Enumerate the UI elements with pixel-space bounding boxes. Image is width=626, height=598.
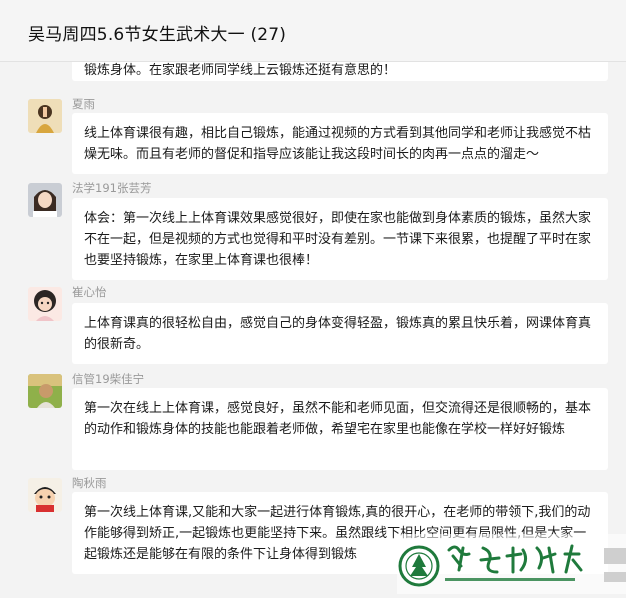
message-text: 体会：第一次线上上体育课效果感觉很好，即使在家也能做到身体素质的锻炼，虽然大家不… xyxy=(84,211,592,268)
avatar-image xyxy=(28,374,62,408)
avatar[interactable] xyxy=(28,99,62,133)
message-bubble[interactable]: 第一次在线上上体育课，感觉良好，虽然不能和老师见面，但交流得还是很顺畅的，基本的… xyxy=(72,388,608,470)
message-text: 第一次在线上上体育课，感觉良好，虽然不能和老师见面，但交流得还是很顺畅的，基本的… xyxy=(84,401,592,437)
university-logo-watermark xyxy=(397,534,626,594)
avatar-image xyxy=(28,183,62,217)
avatar[interactable] xyxy=(28,287,62,321)
message-bubble[interactable]: 锻炼身体。在家跟老师同学线上云锻炼还挺有意思的！ xyxy=(72,62,608,81)
message-bubble[interactable]: 体会：第一次线上上体育课效果感觉很好，即使在家也能做到身体素质的锻炼，虽然大家不… xyxy=(72,198,608,280)
message-text: 锻炼身体。在家跟老师同学线上云锻炼还挺有意思的！ xyxy=(84,63,397,78)
sender-name: 崔心怡 xyxy=(72,285,107,299)
message-text: 上体育课真的很轻松自由，感觉自己的身体变得轻盈，锻炼真的累且快乐着，网课体育真的… xyxy=(84,316,592,352)
avatar-image xyxy=(28,478,62,512)
message-text: 线上体育课很有趣，相比自己锻炼，能通过视频的方式看到其他同学和老师让我感觉不枯燥… xyxy=(84,126,592,162)
avatar[interactable] xyxy=(28,183,62,217)
sender-name: 夏雨 xyxy=(72,97,95,111)
avatar-image xyxy=(28,99,62,133)
sender-name: 法学191张芸芳 xyxy=(72,181,152,195)
avatar[interactable] xyxy=(28,374,62,408)
message-bubble[interactable]: 上体育课真的很轻松自由，感觉自己的身体变得轻盈，锻炼真的累且快乐着，网课体育真的… xyxy=(72,303,608,364)
chat-header: 吴马周四5.6节女生武术大一 (27) xyxy=(0,0,626,62)
message-bubble[interactable]: 线上体育课很有趣，相比自己锻炼，能通过视频的方式看到其他同学和老师让我感觉不枯燥… xyxy=(72,113,608,174)
sender-name: 信管19柴佳宁 xyxy=(72,372,145,386)
chat-title: 吴马周四5.6节女生武术大一 (27) xyxy=(28,25,287,45)
avatar-image xyxy=(28,287,62,321)
sender-name: 陶秋雨 xyxy=(72,476,107,490)
avatar[interactable] xyxy=(28,478,62,512)
message-list[interactable]: 锻炼身体。在家跟老师同学线上云锻炼还挺有意思的！ 夏雨 线上体育课很有趣，相比自… xyxy=(0,62,626,594)
